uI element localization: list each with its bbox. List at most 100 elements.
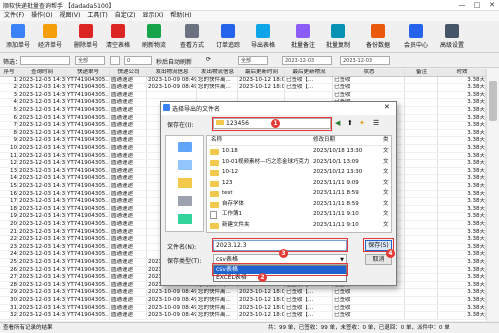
table-cell: 3.38天 [438,99,486,106]
table-cell: 3.38天 [438,266,486,274]
table-cell: 2023-12-03 14:31:21 [19,228,66,236]
table-cell: 2023-12-03 14:31:21 [19,160,66,167]
interval-input[interactable]: 0 [124,56,152,65]
new-folder-icon[interactable]: ✦ [359,119,365,127]
network-icon[interactable] [178,214,192,224]
table-cell: 圆通速递 [110,274,147,281]
file-list-item[interactable]: 10-01视频素材—巧之恋金球巧克力 2023/10/1 13:09 文 [207,158,391,168]
table-row[interactable]: 322023-12-03 14:31:21YT741904305...圆通速递2… [0,312,486,320]
toolbar-button-8[interactable]: 批量备注 [287,23,319,51]
company-select[interactable]: 全部 [238,56,268,65]
toolbar-button-6[interactable]: 订单追踪 [212,23,244,51]
recent-icon[interactable] [178,142,192,152]
documents-icon[interactable] [178,178,192,188]
table-cell: 您的快件离... [197,297,238,304]
computer-icon[interactable] [178,196,192,206]
date-from-input[interactable]: 2023-12-03 [282,56,332,65]
close-button[interactable]: ✕ [485,0,499,10]
file-list-item[interactable]: 新建文件夹 2023/11/11 9:10 文 [207,221,391,231]
toolbar-button-4[interactable]: 刷新物流 [138,23,170,51]
column-header[interactable]: 序号 [0,69,18,76]
toolbar-button-2[interactable]: 删除单号 [70,23,102,51]
toolbar-button-3[interactable]: 清空表格 [102,23,134,51]
column-header[interactable]: 查询时间 [18,69,66,76]
table-cell: 圆通速递 [110,137,147,144]
toolbar-button-1[interactable]: 经济单号 [34,23,66,51]
file-list-item[interactable]: 工作簿1 2023/11/11 9:10 文 [207,210,391,220]
col-type-header[interactable]: 类 [383,136,389,145]
minimize-button[interactable]: — [455,0,469,10]
menu-help[interactable]: 帮助(H) [170,11,191,21]
table-cell: 已签收 [333,304,405,312]
item-date: 2023/11/11 8:59 [313,200,359,207]
column-header[interactable]: 状态 [333,69,405,76]
toolbar-button-10[interactable]: 备份数据 [362,23,394,51]
delete-icon [79,24,93,38]
column-header[interactable]: 快递单号 [66,69,110,76]
menu-operate[interactable]: 操作(O) [31,11,52,21]
table-cell: 2023-10-09 08:49:53 [147,76,197,84]
date-to-input[interactable]: 2023-12-03 [340,56,390,65]
filetype-value: csv表格 [216,256,238,263]
file-list-item[interactable]: 10.18 2023/10/18 13:30 文 [207,147,391,157]
table-cell: 3.38天 [438,243,486,251]
menu-custom[interactable]: 自定(Z) [115,11,136,21]
table-cell: 2023-10-09 08:49:53 [147,297,197,304]
toolbar-button-5[interactable]: 查看方式 [176,23,208,51]
table-cell: 圆通速递 [110,145,147,152]
table-row[interactable]: 32023-12-03 14:31:21YT741904305...圆通速递 已签… [0,91,486,100]
menu-display[interactable]: 显示(X) [143,11,164,21]
column-header[interactable]: 最后更新物流 [285,69,333,76]
toolbar-button-11[interactable]: 会员中心 [400,23,432,51]
item-type: 文 [383,211,389,217]
table-row[interactable]: 292023-12-03 14:31:21YT741904305...圆通速递2… [0,289,486,297]
refresh-icon[interactable]: ⟳ [206,56,226,65]
file-list-item[interactable]: 10-12 2023/10/12 13:30 文 [207,168,391,178]
toolbar-button-label: 批量备注 [290,42,315,49]
menu-tools[interactable]: 工具(T) [87,11,107,21]
table-cell: YT741904305... [67,213,110,220]
table-cell: 2023-12-03 14:31:21 [19,297,66,304]
menu-view[interactable]: 视图(V) [60,11,81,21]
toolbar-button-12[interactable]: 高级设置 [436,23,468,51]
filter-keyword-input[interactable] [20,56,70,65]
item-type: 文 [383,221,389,228]
item-name: test [222,190,233,196]
up-folder-icon[interactable]: ⬆ [347,119,353,127]
col-name-header[interactable]: 名称 [211,136,222,145]
table-cell: YT741904305... [67,183,110,190]
table-row[interactable]: 12023-12-03 14:31:21YT741904305...圆通速递20… [0,76,486,85]
toolbar-button-9[interactable]: 批量复制 [322,23,354,51]
toolbar-button-7[interactable]: 导出表格 [247,23,279,51]
maximize-button[interactable]: □ [470,0,484,10]
refresh-checkbox[interactable] [110,56,120,65]
table-row[interactable]: 22023-12-03 14:31:21YT741904305...圆通速递20… [0,84,486,92]
column-header[interactable]: 备注 [405,69,438,76]
table-cell: 2023-12-03 14:31:21 [19,152,66,160]
file-list-header: 名称 修改日期 类 [207,136,391,146]
table-cell [405,243,438,251]
view-menu-icon[interactable]: ☰ [373,119,379,127]
dialog-close-icon[interactable]: ✕ [384,103,390,111]
file-list-item[interactable]: 123 2023/11/11 9:09 文 [207,179,391,189]
vertical-scrollbar[interactable] [486,69,499,321]
column-header[interactable]: 时效 [438,69,486,76]
column-header[interactable]: 发出物流信息 [197,69,238,76]
file-list-item[interactable]: 自存学体 2023/11/11 8:59 文 [207,200,391,210]
status-select[interactable]: 全部 [75,56,105,65]
toolbar-button-0[interactable]: 添加单号 [2,23,34,51]
column-header[interactable]: 快递公司 [110,69,147,76]
column-header[interactable]: 最后更新时间 [238,69,285,76]
table-cell: 3.38天 [438,107,486,114]
table-row[interactable]: 312023-12-03 14:31:21YT741904305...圆通速递2… [0,304,486,313]
table-cell: 圆通速递 [110,228,147,236]
scroll-thumb[interactable] [489,81,497,121]
table-cell: 圆通速递 [110,251,147,258]
table-row[interactable]: 302023-12-03 14:31:21YT741904305...圆通速递2… [0,297,486,305]
desktop-icon[interactable] [178,160,192,170]
menu-file[interactable]: 文件(F) [4,11,24,21]
file-list-item[interactable]: test 2023/11/11 8:59 文 [207,189,391,199]
column-header[interactable]: 发出物流信息 [147,69,197,76]
back-icon[interactable]: ◀ [335,119,340,127]
col-date-header[interactable]: 修改日期 [313,136,335,145]
